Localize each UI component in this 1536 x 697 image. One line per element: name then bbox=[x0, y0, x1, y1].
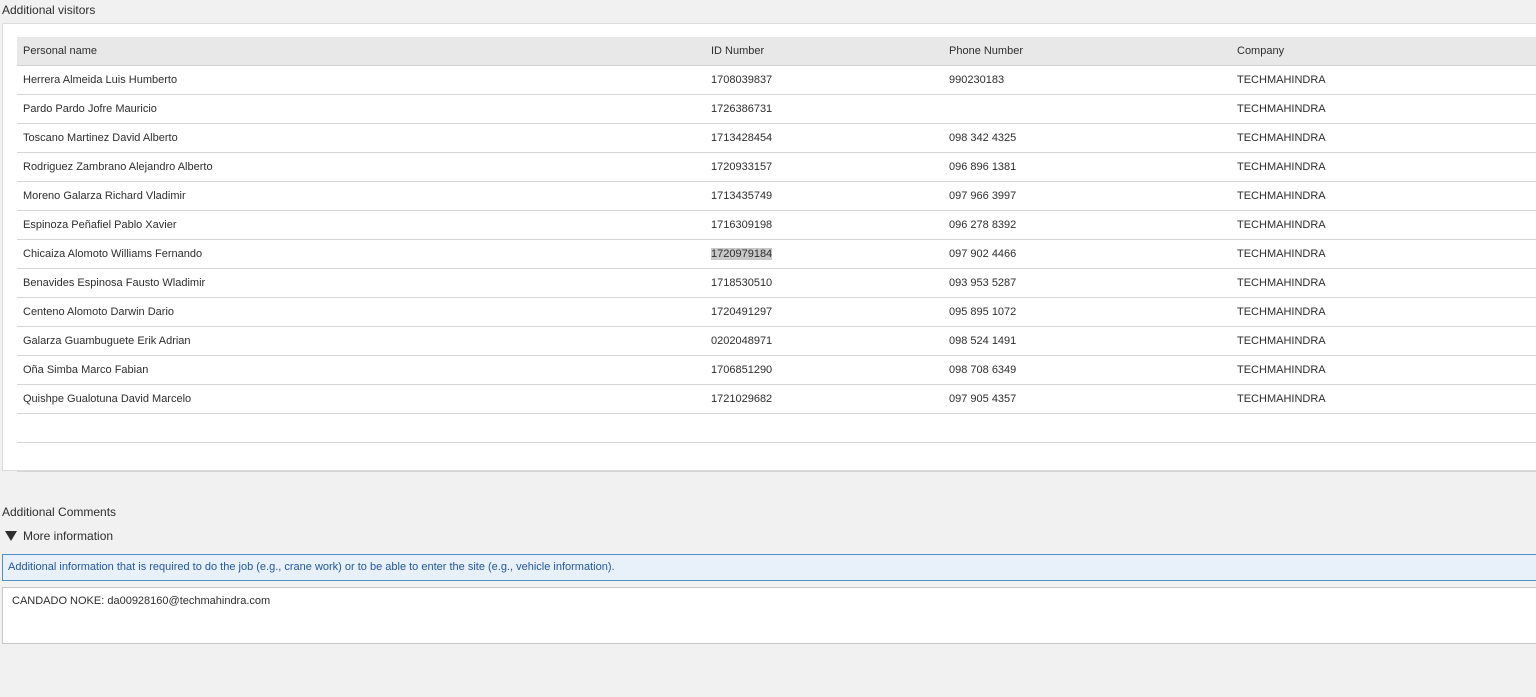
cell-company: TECHMAHINDRA bbox=[1231, 210, 1536, 240]
table-row[interactable]: Galarza Guambuguete Erik Adrian 02020489… bbox=[17, 326, 1536, 356]
cell-personal-name: Galarza Guambuguete Erik Adrian bbox=[17, 326, 705, 356]
visitors-table: Personal name ID Number Phone Number Com… bbox=[17, 37, 1536, 472]
cell-id-number: 1720933157 bbox=[705, 152, 943, 182]
cell-id-number: 1720979184 bbox=[705, 239, 943, 269]
cell-phone-number: 096 896 1381 bbox=[943, 152, 1231, 182]
cell-personal-name: Chicaiza Alomoto Williams Fernando bbox=[17, 239, 705, 269]
cell-company: TECHMAHINDRA bbox=[1231, 94, 1536, 124]
cell-company: TECHMAHINDRA bbox=[1231, 152, 1536, 182]
table-row[interactable]: Moreno Galarza Richard Vladimir 17134357… bbox=[17, 181, 1536, 211]
column-header-company[interactable]: Company bbox=[1231, 37, 1536, 66]
cell-personal-name: Centeno Alomoto Darwin Dario bbox=[17, 297, 705, 327]
cell-company: TECHMAHINDRA bbox=[1231, 123, 1536, 153]
cell-id-number: 1713428454 bbox=[705, 123, 943, 153]
cell-id-number: 0202048971 bbox=[705, 326, 943, 356]
table-row[interactable]: Quishpe Gualotuna David Marcelo 17210296… bbox=[17, 384, 1536, 414]
cell-personal-name: Benavides Espinosa Fausto Wladimir bbox=[17, 268, 705, 298]
more-information-label: More information bbox=[23, 529, 114, 543]
cell-phone-number: 098 342 4325 bbox=[943, 123, 1231, 153]
info-message: Additional information that is required … bbox=[2, 554, 1536, 581]
cell-id-number: 1721029682 bbox=[705, 384, 943, 414]
cell-phone-number: 098 708 6349 bbox=[943, 355, 1231, 385]
cell-phone-number: 093 953 5287 bbox=[943, 268, 1231, 298]
cell-personal-name: Quishpe Gualotuna David Marcelo bbox=[17, 384, 705, 414]
cell-personal-name: Pardo Pardo Jofre Mauricio bbox=[17, 94, 705, 124]
table-row[interactable]: Espinoza Peñafiel Pablo Xavier 171630919… bbox=[17, 210, 1536, 240]
column-header-id-number[interactable]: ID Number bbox=[705, 37, 943, 66]
triangle-down-icon bbox=[5, 531, 17, 541]
column-header-personal-name[interactable]: Personal name bbox=[17, 37, 705, 66]
more-information-toggle[interactable]: More information bbox=[5, 529, 113, 543]
cell-phone-number: 097 902 4466 bbox=[943, 239, 1231, 269]
table-row[interactable]: Herrera Almeida Luis Humberto 1708039837… bbox=[17, 65, 1536, 95]
cell-id-number: 1713435749 bbox=[705, 181, 943, 211]
column-header-phone-number[interactable]: Phone Number bbox=[943, 37, 1231, 66]
cell-personal-name: Toscano Martinez David Alberto bbox=[17, 123, 705, 153]
table-row[interactable]: Rodriguez Zambrano Alejandro Alberto 172… bbox=[17, 152, 1536, 182]
cell-company: TECHMAHINDRA bbox=[1231, 65, 1536, 95]
cell-phone-number: 096 278 8392 bbox=[943, 210, 1231, 240]
cell-phone-number: 095 895 1072 bbox=[943, 297, 1231, 327]
cell-company: TECHMAHINDRA bbox=[1231, 355, 1536, 385]
cell-personal-name: Moreno Galarza Richard Vladimir bbox=[17, 181, 705, 211]
cell-company: TECHMAHINDRA bbox=[1231, 239, 1536, 269]
empty-table-row[interactable] bbox=[17, 413, 1536, 443]
cell-phone-number: 097 966 3997 bbox=[943, 181, 1231, 211]
cell-personal-name: Rodriguez Zambrano Alejandro Alberto bbox=[17, 152, 705, 182]
cell-id-number: 1716309198 bbox=[705, 210, 943, 240]
cell-phone-number: 097 905 4357 bbox=[943, 384, 1231, 414]
cell-id-number: 1708039837 bbox=[705, 65, 943, 95]
cell-company: TECHMAHINDRA bbox=[1231, 384, 1536, 414]
cell-id-number: 1726386731 bbox=[705, 94, 943, 124]
table-row[interactable]: Pardo Pardo Jofre Mauricio 1726386731 TE… bbox=[17, 94, 1536, 124]
table-row[interactable]: Benavides Espinosa Fausto Wladimir 17185… bbox=[17, 268, 1536, 298]
comments-textarea[interactable]: CANDADO NOKE: da00928160@techmahindra.co… bbox=[2, 587, 1536, 644]
empty-table-row[interactable] bbox=[17, 442, 1536, 472]
table-row[interactable]: Toscano Martinez David Alberto 171342845… bbox=[17, 123, 1536, 153]
cell-id-number: 1706851290 bbox=[705, 355, 943, 385]
cell-personal-name: Espinoza Peñafiel Pablo Xavier bbox=[17, 210, 705, 240]
cell-phone-number: 990230183 bbox=[943, 65, 1231, 95]
table-row[interactable]: Centeno Alomoto Darwin Dario 1720491297 … bbox=[17, 297, 1536, 327]
cell-company: TECHMAHINDRA bbox=[1231, 181, 1536, 211]
cell-personal-name: Oña Simba Marco Fabian bbox=[17, 355, 705, 385]
cell-phone-number: 098 524 1491 bbox=[943, 326, 1231, 356]
cell-company: TECHMAHINDRA bbox=[1231, 268, 1536, 298]
additional-comments-label: Additional Comments bbox=[2, 505, 117, 519]
table-header-row: Personal name ID Number Phone Number Com… bbox=[17, 37, 1536, 66]
cell-phone-number bbox=[943, 94, 1231, 124]
visitors-panel: Personal name ID Number Phone Number Com… bbox=[2, 23, 1536, 472]
cell-company: TECHMAHINDRA bbox=[1231, 326, 1536, 356]
additional-visitors-label: Additional visitors bbox=[2, 3, 96, 17]
selected-text: 1720979184 bbox=[711, 247, 773, 260]
cell-personal-name: Herrera Almeida Luis Humberto bbox=[17, 65, 705, 95]
table-row[interactable]: Chicaiza Alomoto Williams Fernando 17209… bbox=[17, 239, 1536, 269]
cell-id-number: 1718530510 bbox=[705, 268, 943, 298]
table-row[interactable]: Oña Simba Marco Fabian 1706851290 098 70… bbox=[17, 355, 1536, 385]
cell-company: TECHMAHINDRA bbox=[1231, 297, 1536, 327]
cell-id-number: 1720491297 bbox=[705, 297, 943, 327]
